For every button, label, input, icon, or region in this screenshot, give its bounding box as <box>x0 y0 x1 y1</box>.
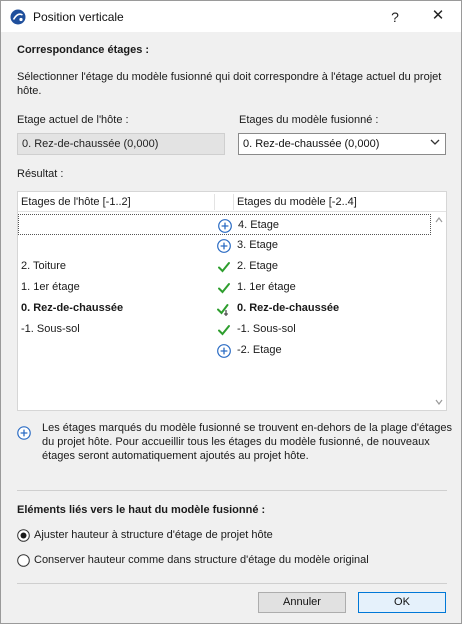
table-row[interactable]: 3. Etage <box>18 235 431 256</box>
radio-label: Ajuster hauteur à structure d'étage de p… <box>34 529 273 541</box>
merged-story-label: Etages du modèle fusionné : <box>239 114 379 126</box>
divider <box>17 583 447 584</box>
column-divider <box>233 194 234 210</box>
host-story-cell: 2. Toiture <box>21 260 67 272</box>
radio-unselected-icon[interactable] <box>17 554 30 567</box>
table-row[interactable]: 1. 1er étage 1. 1er étage <box>18 277 431 298</box>
out-of-range-note: Les étages marqués du modèle fusionné se… <box>42 422 452 462</box>
close-button[interactable]: ✕ <box>425 5 451 27</box>
model-story-cell: -2. Etage <box>237 344 282 356</box>
scroll-down-icon[interactable] <box>435 398 443 406</box>
table-scrollbar[interactable] <box>432 212 446 410</box>
model-story-cell: -1. Sous-sol <box>237 323 296 335</box>
ok-button[interactable]: OK <box>358 592 446 613</box>
merged-story-select[interactable]: 0. Rez-de-chaussée (0,000) <box>238 133 446 155</box>
host-story-cell: 1. 1er étage <box>21 281 80 293</box>
dialog-window: Position verticale ? ✕ Correspondance ét… <box>0 0 462 624</box>
cancel-button[interactable]: Annuler <box>258 592 346 613</box>
divider <box>17 490 447 491</box>
app-icon <box>10 9 26 25</box>
host-story-cell: 0. Rez-de-chaussée <box>21 302 124 314</box>
checkmark-anchor-icon <box>216 301 232 317</box>
correspondence-description: Sélectionner l'étage du modèle fusionné … <box>17 71 442 97</box>
table-row[interactable]: 0. Rez-de-chaussée 0. Rez-de-chaussée <box>18 298 431 319</box>
table-row[interactable]: -1. Sous-sol -1. Sous-sol <box>18 319 431 340</box>
host-story-field: 0. Rez-de-chaussée (0,000) <box>17 133 225 155</box>
table-row[interactable]: 2. Toiture 2. Etage <box>18 256 431 277</box>
checkmark-icon <box>216 259 232 275</box>
column-divider <box>214 194 215 210</box>
host-story-cell: -1. Sous-sol <box>21 323 80 335</box>
result-label: Résultat : <box>17 168 64 180</box>
column-header-model: Etages du modèle [-2..4] <box>237 196 357 208</box>
linked-elements-title: Eléments liés vers le haut du modèle fus… <box>17 504 266 516</box>
plus-circle-icon <box>217 218 233 234</box>
model-story-cell: 2. Etage <box>237 260 278 272</box>
scroll-up-icon[interactable] <box>435 216 443 224</box>
model-story-cell: 0. Rez-de-chaussée <box>237 302 340 314</box>
radio-label: Conserver hauteur comme dans structure d… <box>34 554 369 566</box>
radio-keep-height[interactable]: Conserver hauteur comme dans structure d… <box>17 553 447 569</box>
correspondence-title: Correspondance étages : <box>17 44 150 56</box>
table-row[interactable]: -2. Etage <box>18 340 431 361</box>
story-mapping-table: Etages de l'hôte [-1..2] Etages du modèl… <box>17 191 447 411</box>
checkmark-icon <box>216 280 232 296</box>
radio-adjust-height[interactable]: Ajuster hauteur à structure d'étage de p… <box>17 528 447 544</box>
model-story-cell: 4. Etage <box>238 219 279 231</box>
column-header-host: Etages de l'hôte [-1..2] <box>21 196 131 208</box>
plus-circle-icon <box>17 426 31 440</box>
model-story-cell: 1. 1er étage <box>237 281 296 293</box>
merged-story-value: 0. Rez-de-chaussée (0,000) <box>243 138 380 150</box>
radio-selected-icon[interactable] <box>17 529 30 542</box>
host-story-label: Etage actuel de l'hôte : <box>17 114 129 126</box>
model-story-cell: 3. Etage <box>237 239 278 251</box>
title-bar: Position verticale ? ✕ <box>1 1 461 32</box>
plus-circle-icon <box>216 238 232 254</box>
plus-circle-icon <box>216 343 232 359</box>
help-button[interactable]: ? <box>383 6 407 28</box>
chevron-down-icon <box>430 139 440 145</box>
window-title: Position verticale <box>33 10 124 24</box>
table-row[interactable]: 4. Etage <box>18 214 431 235</box>
table-header: Etages de l'hôte [-1..2] Etages du modèl… <box>18 192 446 212</box>
checkmark-icon <box>216 322 232 338</box>
